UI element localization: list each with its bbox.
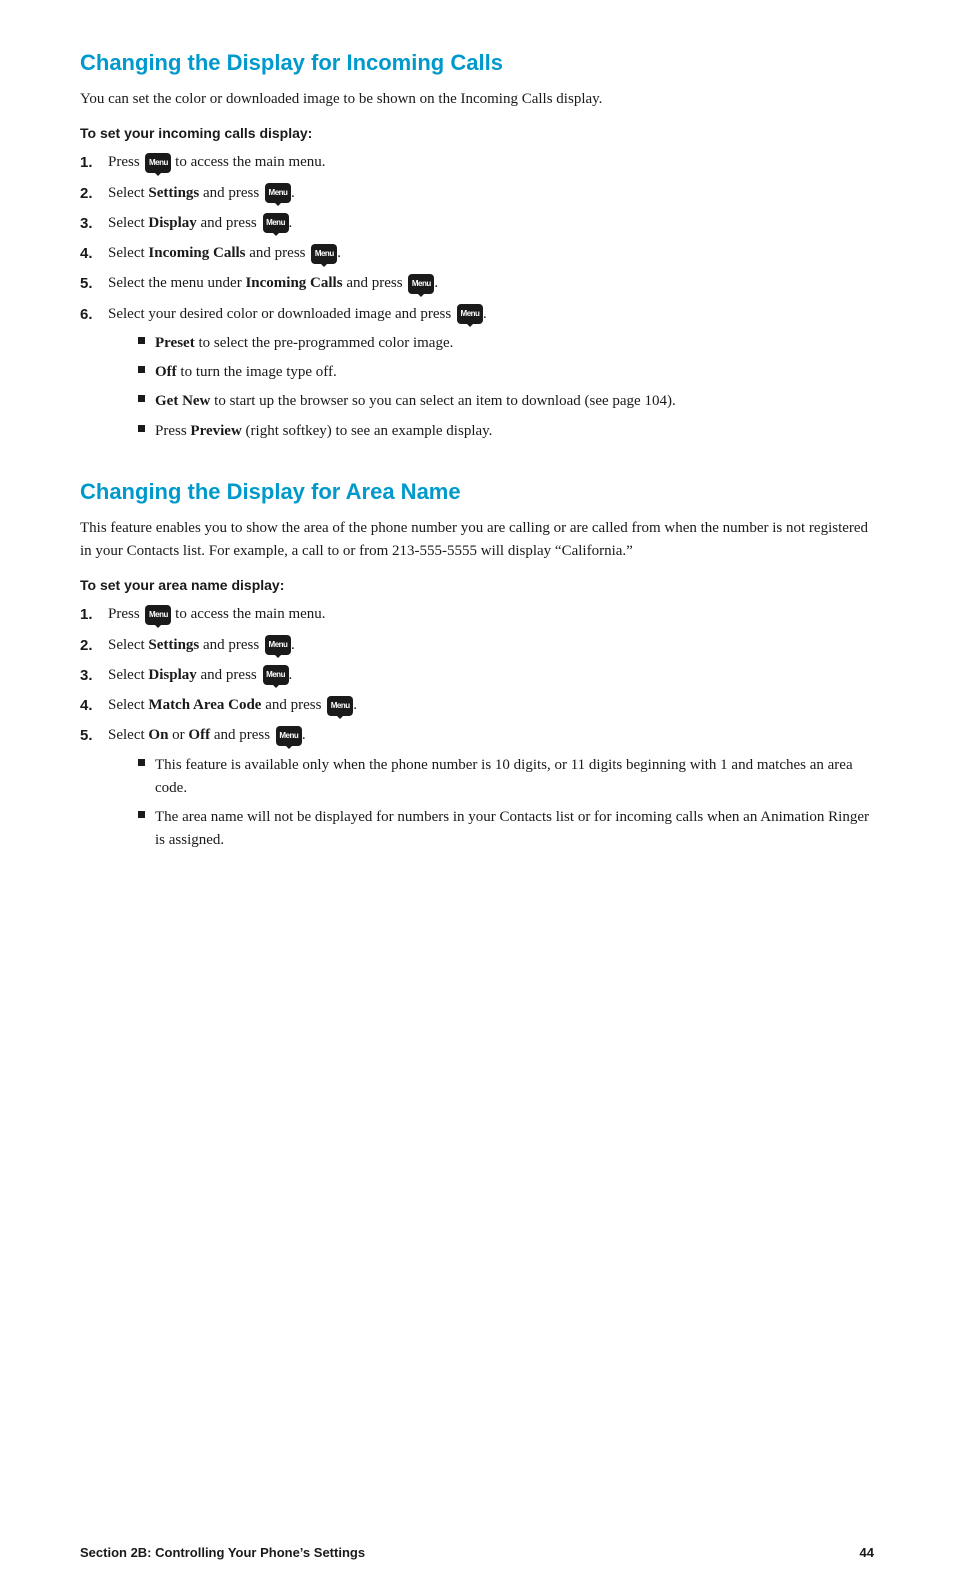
step-number: 2. [80, 634, 108, 657]
step-content: Select Display and press MenuOK. [108, 212, 874, 235]
bullet-content: The area name will not be displayed for … [155, 806, 874, 853]
footer-left: Section 2B: Controlling Your Phone’s Set… [80, 1545, 365, 1560]
step-number: 5. [80, 724, 108, 747]
step-content: Press MenuOK to access the main menu. [108, 151, 874, 174]
menu-icon: MenuOK [263, 665, 289, 685]
bold-text: Off [155, 364, 177, 380]
menu-icon: MenuOK [145, 605, 171, 625]
bullet-list: Preset to select the pre-programmed colo… [108, 332, 874, 443]
section2-steps: 1. Press MenuOK to access the main menu.… [80, 603, 874, 858]
step-content: Select On or Off and press MenuOK. This … [108, 724, 874, 858]
menu-icon: MenuOK [327, 696, 353, 716]
bold-text: Display [148, 215, 196, 231]
list-item: Off to turn the image type off. [138, 361, 874, 384]
step-number: 3. [80, 664, 108, 687]
bullet-content: Preset to select the pre-programmed colo… [155, 332, 453, 355]
step-number: 1. [80, 603, 108, 626]
step-content: Select the menu under Incoming Calls and… [108, 272, 874, 295]
bold-text: On [148, 727, 168, 743]
step-number: 5. [80, 272, 108, 295]
menu-icon: MenuOK [457, 304, 483, 324]
section1-title: Changing the Display for Incoming Calls [80, 50, 874, 76]
bold-text: Preview [190, 423, 241, 439]
menu-icon: MenuOK [263, 213, 289, 233]
step-content: Select Match Area Code and press MenuOK. [108, 694, 874, 717]
menu-icon: MenuOK [265, 635, 291, 655]
step-content: Press MenuOK to access the main menu. [108, 603, 874, 626]
footer-right: 44 [860, 1545, 874, 1560]
list-item: 6. Select your desired color or download… [80, 303, 874, 449]
step-number: 2. [80, 182, 108, 205]
bold-text: Display [148, 667, 196, 683]
bold-text: Get New [155, 393, 210, 409]
bullet-content: Press Preview (right softkey) to see an … [155, 420, 492, 443]
bullet-icon [138, 759, 145, 766]
section1-intro: You can set the color or downloaded imag… [80, 88, 874, 111]
section2-subheading: To set your area name display: [80, 577, 874, 593]
step-content: Select Incoming Calls and press MenuOK. [108, 242, 874, 265]
list-item: 4. Select Match Area Code and press Menu… [80, 694, 874, 717]
list-item: Get New to start up the browser so you c… [138, 390, 874, 413]
bullet-icon [138, 425, 145, 432]
section2-intro: This feature enables you to show the are… [80, 517, 874, 564]
bullet-content: This feature is available only when the … [155, 754, 874, 801]
section2-title: Changing the Display for Area Name [80, 479, 874, 505]
bold-text: Preset [155, 335, 195, 351]
step-content: Select your desired color or downloaded … [108, 303, 874, 449]
list-item: Press Preview (right softkey) to see an … [138, 420, 874, 443]
step-content: Select Settings and press MenuOK. [108, 182, 874, 205]
bold-text: Off [188, 727, 210, 743]
menu-icon: MenuOK [265, 183, 291, 203]
step-content: Select Display and press MenuOK. [108, 664, 874, 687]
section1-subheading: To set your incoming calls display: [80, 125, 874, 141]
bold-text: Incoming Calls [148, 245, 245, 261]
list-item: Preset to select the pre-programmed colo… [138, 332, 874, 355]
bullet-icon [138, 811, 145, 818]
list-item: 5. Select the menu under Incoming Calls … [80, 272, 874, 295]
list-item: The area name will not be displayed for … [138, 806, 874, 853]
list-item: 1. Press MenuOK to access the main menu. [80, 603, 874, 626]
bullet-icon [138, 366, 145, 373]
bold-text: Match Area Code [148, 697, 261, 713]
step-number: 6. [80, 303, 108, 326]
section1-steps: 1. Press MenuOK to access the main menu.… [80, 151, 874, 449]
bullet-list: This feature is available only when the … [108, 754, 874, 853]
list-item: This feature is available only when the … [138, 754, 874, 801]
step-number: 4. [80, 694, 108, 717]
menu-icon: MenuOK [408, 274, 434, 294]
list-item: 2. Select Settings and press MenuOK. [80, 182, 874, 205]
menu-icon: MenuOK [276, 726, 302, 746]
list-item: 2. Select Settings and press MenuOK. [80, 634, 874, 657]
list-item: 1. Press MenuOK to access the main menu. [80, 151, 874, 174]
list-item: 4. Select Incoming Calls and press MenuO… [80, 242, 874, 265]
bullet-content: Get New to start up the browser so you c… [155, 390, 676, 413]
bullet-icon [138, 337, 145, 344]
list-item: 3. Select Display and press MenuOK. [80, 664, 874, 687]
menu-icon: MenuOK [145, 153, 171, 173]
step-content: Select Settings and press MenuOK. [108, 634, 874, 657]
step-number: 4. [80, 242, 108, 265]
menu-icon: MenuOK [311, 244, 337, 264]
bullet-icon [138, 395, 145, 402]
step-number: 3. [80, 212, 108, 235]
page-footer: Section 2B: Controlling Your Phone’s Set… [0, 1545, 954, 1560]
list-item: 3. Select Display and press MenuOK. [80, 212, 874, 235]
list-item: 5. Select On or Off and press MenuOK. Th… [80, 724, 874, 858]
step-number: 1. [80, 151, 108, 174]
bullet-content: Off to turn the image type off. [155, 361, 337, 384]
